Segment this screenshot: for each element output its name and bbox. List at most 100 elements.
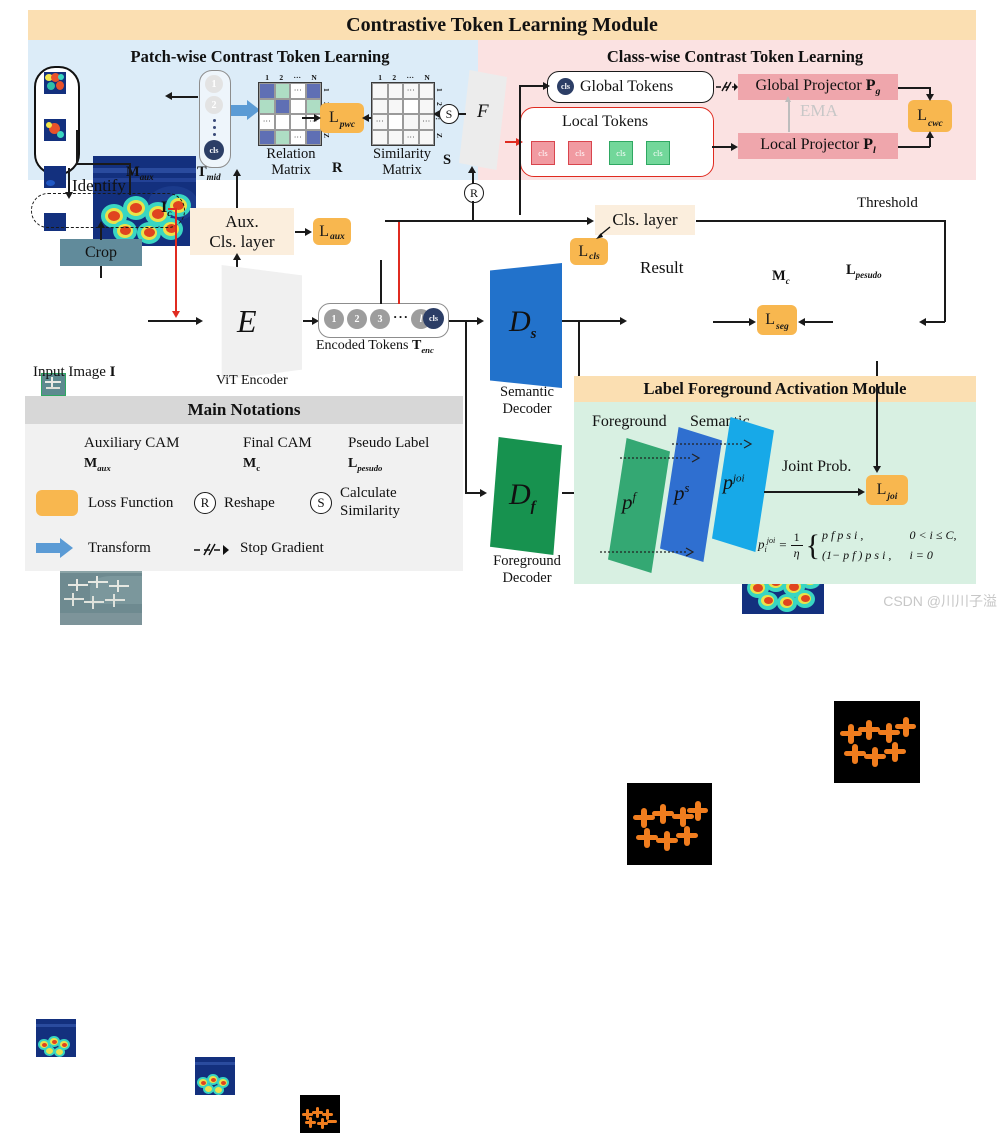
loss-aux-box: Laux [313, 218, 351, 245]
class-wise-panel-title-text: Class-wise Contrast Token Learning [606, 47, 864, 66]
global-projector-sym: P [865, 76, 876, 94]
notation-similarity-label-l1: Calculate [340, 485, 397, 502]
line-tokens-red-up [398, 258, 400, 304]
crop-label: Crop [85, 243, 117, 261]
line-reshape-down [472, 201, 474, 221]
notation-pseudo-label-symbol-sub: pesudo [357, 462, 383, 473]
encoded-token-2: 2 [347, 309, 367, 329]
formula-frac-denominator: η [793, 545, 800, 560]
arrowhead-pseudo-to-lossjoi [872, 466, 881, 473]
local-cls-3-label: cls [616, 148, 626, 158]
semantic-decoder-line2-text: Decoder [502, 401, 552, 417]
global-cls-chip: cls [557, 78, 574, 95]
notation-reshape-label-text: Reshape [224, 495, 275, 511]
notation-loss-function-label: Loss Function [88, 495, 173, 512]
calculate-similarity-icon: S [439, 104, 459, 124]
result-label: Result [640, 258, 683, 277]
local-cls-4-label: cls [653, 148, 663, 158]
notation-reshape-icon: R [194, 492, 216, 514]
line-R-to-F [472, 172, 474, 184]
rm-col-3: ··· [293, 73, 301, 82]
ema-label: EMA [800, 101, 838, 120]
reshape-icon: R [464, 183, 484, 203]
line-crops-red-horizontal [168, 208, 176, 210]
relation-matrix-label-l1: Relation [252, 146, 330, 162]
arrowhead-to-df [480, 488, 487, 497]
arrowhead-encoder-to-aux [232, 253, 241, 260]
formula-cond-1: 0 < i ≤ C, [909, 527, 957, 542]
relation-matrix-symbol-text: R [332, 160, 343, 176]
line-tokens-to-decoder [449, 320, 479, 322]
global-tokens-label-text: Global Tokens [580, 78, 674, 95]
formula-lhs-sub: i [764, 544, 767, 554]
arrowhead-to-global-tokens [543, 81, 550, 90]
line-threshold-horizontal [696, 220, 946, 222]
sm-row-1: 1 [435, 87, 444, 92]
line-tmid-to-cam [170, 96, 198, 98]
cls-layer-label: Cls. layer [612, 210, 677, 229]
vit-encoder-label: ViT Encoder [216, 373, 288, 389]
line-image-to-encoder [148, 320, 200, 322]
formula-cond-2: i = 0 [909, 548, 933, 562]
joint-prob-label: Joint Prob. [782, 458, 851, 476]
global-projector-label: Global Projector Pg [756, 77, 881, 97]
tmid-dot-2 [213, 126, 216, 129]
crop-cam-3 [44, 166, 66, 188]
similarity-matrix-line2: Matrix [382, 162, 422, 178]
formula-frac-numerator: 1 [790, 530, 803, 546]
tmid-cls-token: cls [204, 140, 224, 160]
rm-col-2: 2 [279, 73, 284, 82]
arrowhead-aux-up [232, 169, 241, 176]
loss-aux-symbol: L [319, 222, 329, 240]
notation-final-cam-symbol: Mc [243, 456, 260, 474]
notation-transform-label-text: Transform [88, 540, 151, 556]
notation-loss-function-swatch [36, 490, 78, 516]
notation-similarity-op-label: S [317, 495, 325, 510]
foreground-decoder-line1: Foreground [477, 553, 577, 569]
encoded-token-1: 1 [324, 309, 344, 329]
notation-stop-gradient-label: Stop Gradient [240, 540, 324, 557]
pseudo-label-sub: pesudo [855, 269, 882, 280]
tmid-token-1-label: 1 [211, 78, 217, 90]
encoder-symbol: E [237, 303, 257, 340]
input-image-label-text: Input Image [33, 364, 106, 380]
feature-symbol-text: F [477, 101, 489, 122]
similarity-op-label: S [445, 106, 453, 121]
foreground-decoder-line2: Decoder [477, 570, 577, 586]
formula-case-2: (1− p f ) p s i , [822, 548, 892, 562]
encoded-token-l-label: l [419, 313, 423, 325]
similarity-matrix-symbol-text: S [443, 152, 452, 168]
global-projector-sub: g [875, 86, 881, 98]
watermark-text: CSDN @川川子溢 [883, 593, 997, 609]
relation-matrix-label-l2: Matrix [252, 162, 330, 178]
arrowhead-lproj-to-loss [925, 131, 934, 138]
sm-row-4: Z [435, 132, 444, 138]
joint-prob-label-text: Joint Prob. [782, 458, 852, 475]
loss-cwc-box: Lcwc [908, 100, 952, 132]
arrowhead-result-to-lossseg [749, 317, 756, 326]
line-lproj-up [929, 137, 931, 147]
notation-aux-cam-label-text: Auxiliary CAM [84, 435, 180, 451]
similarity-matrix-line1: Similarity [373, 146, 431, 162]
local-projector-label: Local Projector Pl [760, 136, 876, 156]
encoded-token-cls: cls [423, 308, 444, 329]
loss-cls-symbol: L [578, 242, 589, 260]
relation-matrix-symbol: R [332, 160, 342, 176]
joint-probability-formula: pijoi = 1 η { p f p s i , (1− p f ) p s … [758, 519, 998, 571]
line-stack-to-down [76, 163, 130, 165]
patch-wise-panel-title: Patch-wise Contrast Token Learning [110, 46, 410, 68]
formula-conditions: 0 < i ≤ C, i = 0 [909, 525, 956, 566]
line-crop-to-crops [100, 226, 102, 240]
formula-fraction: 1 η [790, 530, 803, 561]
aux-cls-line2: Cls. layer [209, 232, 274, 251]
tmid-token-1: 1 [205, 75, 223, 93]
loss-cls-subscript: cls [589, 252, 600, 262]
loss-seg-box: Lseg [757, 305, 797, 335]
local-projector-sym: P [863, 135, 874, 153]
local-cls-chip-1: cls [531, 141, 555, 165]
lfa-module-title: Label Foreground Activation Module [574, 376, 976, 402]
formula-lhs-sup: joi [766, 536, 776, 546]
arrowhead-S-to-sim [433, 109, 440, 118]
loss-joi-symbol: L [876, 481, 887, 498]
line-F-to-S [458, 113, 466, 115]
